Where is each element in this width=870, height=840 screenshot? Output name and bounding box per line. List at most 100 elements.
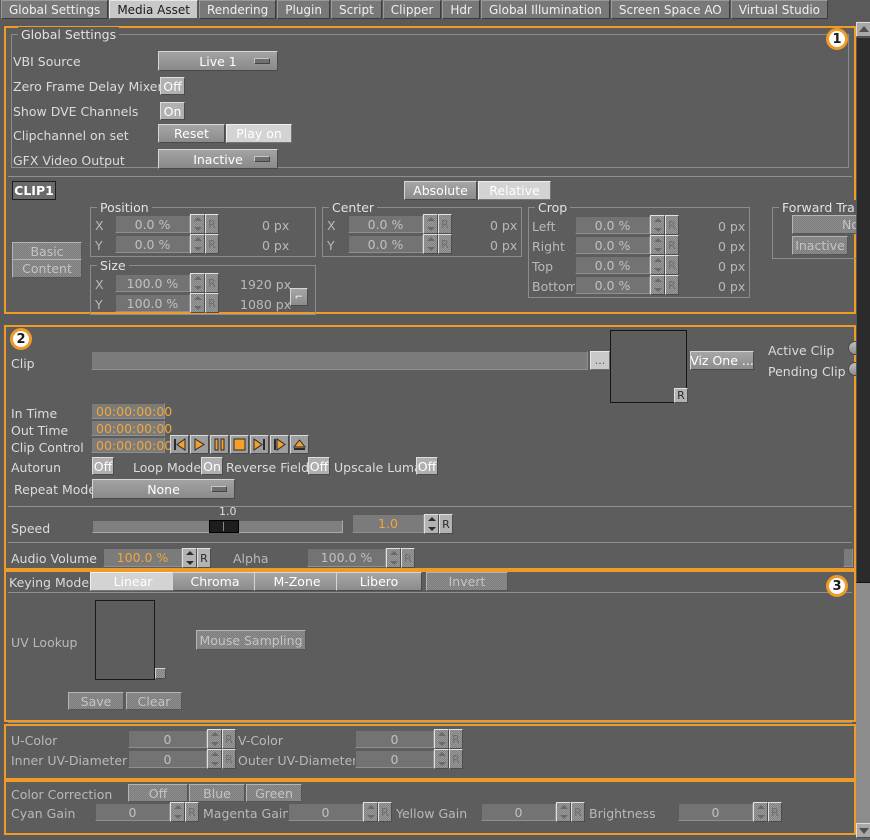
crop-left-reset-button[interactable]: R — [665, 215, 679, 235]
u-color-field[interactable]: 0 — [128, 730, 207, 748]
uv-save-button[interactable]: Save — [68, 692, 124, 710]
v-color-field[interactable]: 0 — [355, 730, 434, 748]
size-y-percent[interactable]: 100.0 % — [115, 294, 190, 312]
size-y-spinner[interactable] — [190, 293, 205, 313]
tab-plugin[interactable]: Plugin — [277, 0, 330, 19]
crop-top-percent[interactable]: 0.0 % — [575, 256, 650, 274]
clip-preview-reset-button[interactable]: R — [674, 388, 688, 403]
outer-uv-diameter-field[interactable]: 0 — [355, 750, 434, 768]
crop-right-percent[interactable]: 0.0 % — [575, 236, 650, 254]
size-y-reset-button[interactable]: R — [205, 293, 219, 313]
size-x-percent[interactable]: 100.0 % — [115, 274, 190, 292]
forward-inactive-button[interactable]: Inactive — [792, 236, 848, 255]
relative-button[interactable]: Relative — [478, 181, 551, 200]
scroll-up-arrow[interactable] — [856, 22, 870, 37]
u-color-reset-button[interactable]: R — [222, 729, 236, 749]
v-color-reset-button[interactable]: R — [449, 729, 463, 749]
audio-volume-field[interactable]: 100.0 % — [103, 548, 182, 567]
crop-right-spinner[interactable] — [650, 235, 665, 255]
tab-hdr[interactable]: Hdr — [442, 0, 480, 19]
tab-virtual-studio[interactable]: Virtual Studio — [730, 0, 829, 19]
uv-clear-button[interactable]: Clear — [126, 692, 182, 710]
tab-rendering[interactable]: Rendering — [198, 0, 277, 19]
center-y-reset-button[interactable]: R — [438, 234, 452, 254]
position-y-reset-button[interactable]: R — [205, 234, 219, 254]
tab-media-asset[interactable]: Media Asset — [109, 0, 198, 19]
keying-mode-mzone-button[interactable]: M-Zone — [254, 572, 340, 591]
cyan-gain-reset-button[interactable]: R — [185, 802, 199, 822]
alpha-field[interactable]: 100.0 % — [307, 548, 386, 567]
inner-uv-diameter-field[interactable]: 0 — [128, 750, 207, 768]
upscale-luma-toggle[interactable]: Off — [416, 457, 438, 475]
play-icon[interactable] — [190, 435, 209, 454]
crop-left-percent[interactable]: 0.0 % — [575, 216, 650, 234]
tab-script[interactable]: Script — [330, 0, 382, 19]
tab-global-settings[interactable]: Global Settings — [1, 0, 109, 19]
clip1-tag[interactable]: CLIP1 — [12, 181, 56, 200]
position-y-percent[interactable]: 0.0 % — [115, 235, 190, 253]
size-x-reset-button[interactable]: R — [205, 273, 219, 293]
position-x-percent[interactable]: 0.0 % — [115, 215, 190, 233]
center-x-reset-button[interactable]: R — [438, 214, 452, 234]
uv-lookup-resize-handle[interactable] — [155, 668, 166, 679]
position-x-reset-button[interactable]: R — [205, 214, 219, 234]
crop-right-reset-button[interactable]: R — [665, 235, 679, 255]
color-correction-off-button[interactable]: Off — [128, 784, 188, 802]
stop-icon[interactable] — [230, 435, 249, 454]
brightness-reset-button[interactable]: R — [768, 802, 782, 822]
center-x-percent[interactable]: 0.0 % — [348, 215, 423, 233]
loop-mode-toggle[interactable]: On — [201, 457, 223, 475]
scroll-down-arrow[interactable] — [856, 823, 870, 838]
keying-mode-chroma-button[interactable]: Chroma — [172, 572, 258, 591]
yellow-gain-spinner[interactable] — [556, 802, 571, 822]
eject-icon[interactable] — [290, 435, 309, 454]
clip-path-input[interactable] — [91, 351, 588, 370]
outer-uv-diameter-spinner[interactable] — [434, 749, 449, 769]
keying-invert-button[interactable]: Invert — [426, 572, 508, 591]
mouse-sampling-button[interactable]: Mouse Sampling — [196, 630, 306, 650]
forward-none-button[interactable]: No — [792, 215, 864, 234]
clip-control-field[interactable]: 00:00:00:00 — [91, 437, 172, 453]
inner-uv-diameter-spinner[interactable] — [207, 749, 222, 769]
step-forward-icon[interactable] — [270, 435, 289, 454]
uv-lookup-preview[interactable] — [95, 600, 155, 680]
center-x-spinner[interactable] — [423, 214, 438, 234]
alpha-spinner[interactable] — [386, 548, 401, 568]
position-y-spinner[interactable] — [190, 234, 205, 254]
audio-volume-reset-button[interactable]: R — [197, 548, 211, 568]
gfx-video-output-combo[interactable]: Inactive — [158, 149, 278, 169]
pause-icon[interactable] — [210, 435, 229, 454]
tab-screen-space-ao[interactable]: Screen Space AO — [610, 0, 730, 19]
keying-mode-linear-button[interactable]: Linear — [90, 572, 176, 591]
crop-top-reset-button[interactable]: R — [665, 255, 679, 275]
tab-clipper[interactable]: Clipper — [382, 0, 442, 19]
u-color-spinner[interactable] — [207, 729, 222, 749]
reverse-field-toggle[interactable]: Off — [308, 457, 330, 475]
position-x-spinner[interactable] — [190, 214, 205, 234]
alpha-reset-button[interactable]: R — [401, 548, 415, 568]
crop-bottom-percent[interactable]: 0.0 % — [575, 276, 650, 294]
color-correction-blue-button[interactable]: Blue — [189, 784, 245, 802]
speed-slider-track[interactable] — [92, 520, 343, 533]
outer-uv-diameter-reset-button[interactable]: R — [449, 749, 463, 769]
skip-forward-icon[interactable] — [250, 435, 269, 454]
magenta-gain-reset-button[interactable]: R — [378, 802, 392, 822]
in-time-field[interactable]: 00:00:00:00 — [91, 403, 172, 419]
crop-left-spinner[interactable] — [650, 215, 665, 235]
speed-value-field[interactable]: 1.0 — [352, 514, 424, 533]
magenta-gain-spinner[interactable] — [363, 802, 378, 822]
content-button[interactable]: Content — [12, 259, 82, 278]
v-color-spinner[interactable] — [434, 729, 449, 749]
clipchannel-reset-button[interactable]: Reset — [158, 124, 225, 143]
clipchannel-play-on-button[interactable]: Play on — [226, 124, 292, 143]
audio-scroll-handle[interactable] — [843, 548, 853, 567]
crop-bottom-reset-button[interactable]: R — [665, 275, 679, 295]
cyan-gain-field[interactable]: 0 — [95, 803, 170, 821]
center-y-spinner[interactable] — [423, 234, 438, 254]
size-x-spinner[interactable] — [190, 273, 205, 293]
audio-volume-spinner[interactable] — [182, 548, 197, 568]
viz-one-button[interactable]: Viz One ... — [690, 351, 754, 370]
tab-global-illumination[interactable]: Global Illumination — [480, 0, 610, 19]
center-y-percent[interactable]: 0.0 % — [348, 235, 423, 253]
skip-back-icon[interactable] — [170, 435, 189, 454]
